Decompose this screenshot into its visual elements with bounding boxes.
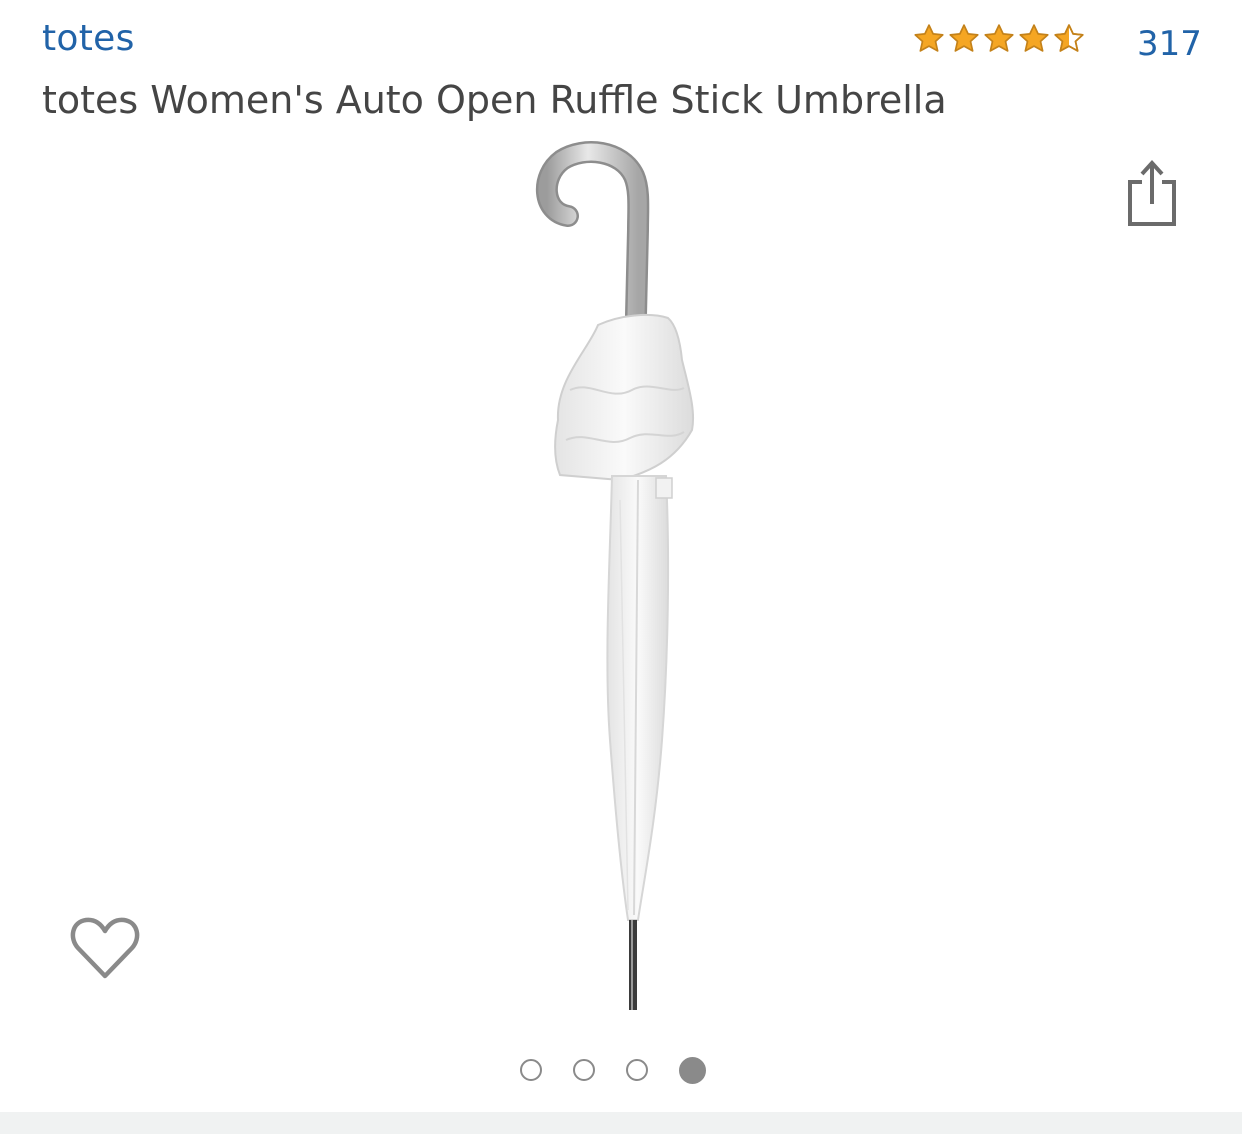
section-divider — [0, 1112, 1242, 1134]
stars — [912, 22, 1086, 56]
star-rating[interactable] — [912, 22, 1086, 56]
product-title: totes Women's Auto Open Ruffle Stick Umb… — [42, 78, 947, 122]
half-star-icon — [1054, 24, 1084, 52]
carousel-dot[interactable] — [626, 1059, 648, 1081]
star-icon — [914, 24, 944, 52]
carousel-dot-active[interactable] — [679, 1057, 706, 1084]
carousel-dot[interactable] — [520, 1059, 542, 1081]
star-icon — [984, 24, 1014, 52]
carousel-indicator — [520, 1057, 706, 1084]
star-icon — [949, 24, 979, 52]
share-icon[interactable] — [1122, 158, 1182, 230]
product-page: totes 317 totes Women's Auto Open Ruffle… — [0, 0, 1242, 1134]
carousel-dot[interactable] — [573, 1059, 595, 1081]
heart-icon[interactable] — [68, 914, 142, 984]
product-image[interactable] — [470, 140, 790, 1020]
brand-link[interactable]: totes — [42, 18, 135, 59]
star-icon — [1019, 24, 1049, 52]
review-count-link[interactable]: 317 — [1137, 24, 1202, 64]
